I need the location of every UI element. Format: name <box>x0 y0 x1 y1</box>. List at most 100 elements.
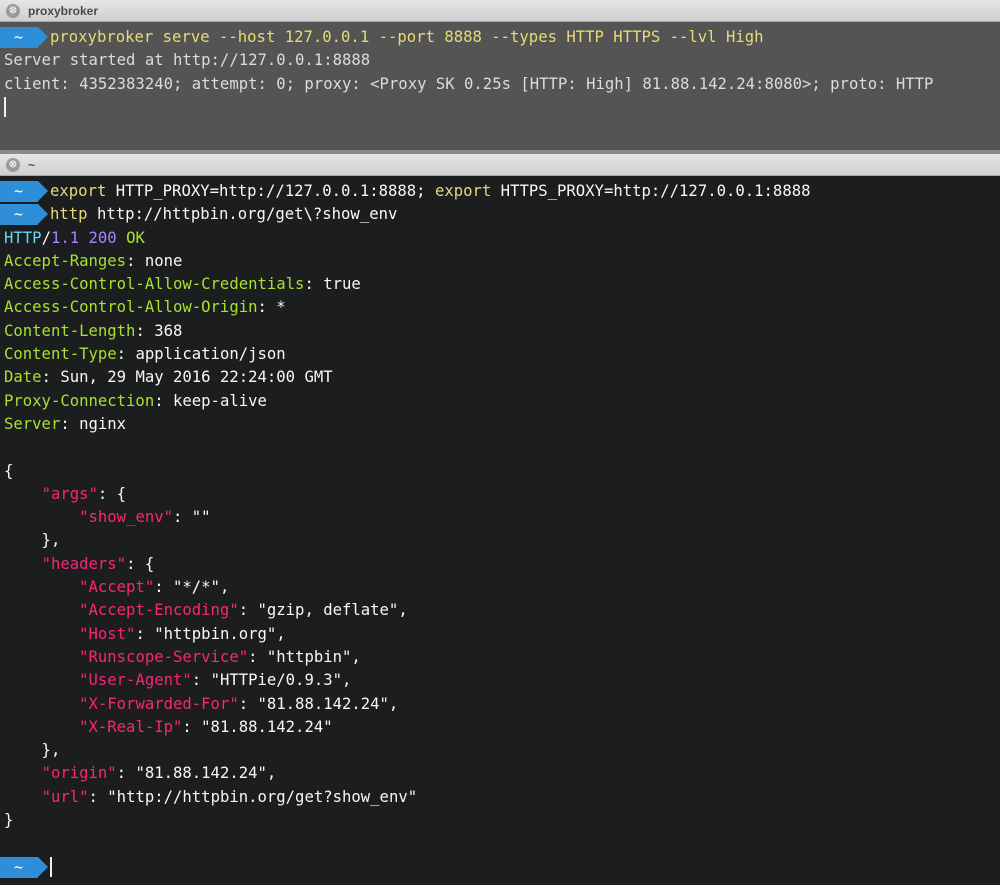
bottom-pane-title-bar: ⊗ ~ <box>0 154 1000 176</box>
response-header: Content-Type: application/json <box>4 345 286 364</box>
json-brace: }, <box>4 741 61 760</box>
status-proto: HTTP <box>4 228 42 247</box>
header-key: Date <box>4 368 42 387</box>
response-header: Access-Control-Allow-Credentials: true <box>4 275 361 294</box>
json-brace: { <box>4 461 14 480</box>
response-headers: Accept-Ranges: none Access-Control-Allow… <box>0 250 1000 436</box>
header-value: Sun, 29 May 2016 22:24:00 GMT <box>60 368 333 387</box>
json-key: "url" <box>41 787 89 806</box>
prompt-badge: ~ <box>0 27 48 49</box>
prompt-line: ~ export HTTP_PROXY=http://127.0.0.1:8888… <box>0 180 1000 203</box>
json-value: "httpbin", <box>266 647 361 666</box>
response-header: Date: Sun, 29 May 2016 22:24:00 GMT <box>4 368 333 387</box>
status-version: 1.1 <box>50 228 80 247</box>
json-value: "81.88.142.24", <box>135 764 277 783</box>
json-body: { "args": { "show_env": "" }, "headers":… <box>0 460 1000 833</box>
json-key: "show_env" <box>79 508 173 527</box>
header-value: * <box>276 298 286 317</box>
prompt-line: ~ http http://httpbin.org/get\?show_env <box>0 203 1000 226</box>
json-line: "X-Real-Ip": "81.88.142.24" <box>79 717 333 736</box>
header-key: Content-Length <box>4 321 136 340</box>
header-value: nginx <box>79 414 127 433</box>
http-status-line: HTTP/1.1 200 OK <box>0 227 1000 250</box>
json-line: "args": { <box>41 484 127 503</box>
prompt-badge: ~ <box>0 856 48 878</box>
json-value: "" <box>191 508 211 527</box>
client-log-line: client: 4352383240; attempt: 0; proxy: <… <box>4 74 934 93</box>
header-value: 368 <box>154 321 183 340</box>
json-brace: }, <box>4 531 61 550</box>
response-header: Content-Length: 368 <box>4 321 183 340</box>
prompt-line: ~ proxybroker serve --host 127.0.0.1 --po… <box>0 26 1000 49</box>
server-started-line: Server started at http://127.0.0.1:8888 <box>4 51 371 70</box>
header-key: Proxy-Connection <box>4 391 155 410</box>
header-key: Access-Control-Allow-Credentials <box>4 275 305 294</box>
close-icon[interactable]: ⊗ <box>6 157 20 172</box>
header-key: Access-Control-Allow-Origin <box>4 298 258 317</box>
json-line: "show_env": "" <box>79 508 211 527</box>
command-name: proxybroker <box>50 28 154 46</box>
top-pane-title-bar: ⊗ proxybroker <box>0 0 1000 22</box>
json-key: "origin" <box>41 764 117 783</box>
json-line: "X-Forwarded-For": "81.88.142.24", <box>79 694 399 713</box>
header-key: Accept-Ranges <box>4 251 127 270</box>
prompt-badge: ~ <box>0 181 48 203</box>
json-key: "args" <box>41 484 98 503</box>
json-brace: } <box>4 811 14 830</box>
response-header: Accept-Ranges: none <box>4 251 183 270</box>
response-header: Proxy-Connection: keep-alive <box>4 391 267 410</box>
status-slash: / <box>41 228 51 247</box>
prompt-badge: ~ <box>0 204 48 226</box>
json-key: "Accept-Encoding" <box>79 601 239 620</box>
json-value: "81.88.142.24" <box>201 717 333 736</box>
status-text: OK <box>126 228 145 247</box>
json-key: "headers" <box>41 554 127 573</box>
header-key: Server <box>4 414 61 433</box>
json-line: "origin": "81.88.142.24", <box>41 764 277 783</box>
command-arg: http://httpbin.org/get\?show_env <box>87 205 398 224</box>
text-cursor <box>4 97 6 118</box>
header-value: application/json <box>135 345 286 364</box>
json-line: "Host": "httpbin.org", <box>79 624 286 643</box>
header-value: keep-alive <box>173 391 267 410</box>
close-icon[interactable]: ⊗ <box>6 3 20 18</box>
json-value: "81.88.142.24", <box>257 694 399 713</box>
command-keyword: export <box>50 182 107 200</box>
command-arg: HTTP_PROXY=http://127.0.0.1:8888; <box>106 182 435 200</box>
text-cursor <box>50 857 52 878</box>
command-name: http <box>50 205 88 224</box>
json-line: "User-Agent": "HTTPie/0.9.3", <box>79 671 352 690</box>
json-value: "http://httpbin.org/get?show_env" <box>107 787 418 806</box>
response-header: Server: nginx <box>4 414 127 433</box>
json-key: "Host" <box>79 624 136 643</box>
header-key: Content-Type <box>4 345 117 364</box>
json-line: "Runscope-Service": "httpbin", <box>79 647 361 666</box>
json-value: "gzip, deflate", <box>257 601 408 620</box>
json-key: "Runscope-Service" <box>79 647 249 666</box>
status-code: 200 <box>88 228 117 247</box>
command-arg: HTTPS_PROXY=http://127.0.0.1:8888 <box>491 182 811 200</box>
json-key: "X-Forwarded-For" <box>79 694 239 713</box>
active-prompt-line[interactable]: ~ <box>0 856 1000 879</box>
command-args: serve --host 127.0.0.1 --port 8888 --typ… <box>153 28 764 46</box>
command-keyword: export <box>434 182 492 200</box>
json-line: "url": "http://httpbin.org/get?show_env" <box>41 787 418 806</box>
header-value: none <box>144 251 183 270</box>
top-terminal-pane[interactable]: ~ proxybroker serve --host 127.0.0.1 --po… <box>0 22 1000 150</box>
json-key: "X-Real-Ip" <box>79 717 183 736</box>
json-line: "headers": { <box>41 554 155 573</box>
json-value: "*/*", <box>173 578 230 597</box>
json-line: "Accept-Encoding": "gzip, deflate", <box>79 601 408 620</box>
json-line: "Accept": "*/*", <box>79 578 230 597</box>
json-value: "HTTPie/0.9.3", <box>210 671 352 690</box>
bottom-terminal-pane[interactable]: ~ export HTTP_PROXY=http://127.0.0.1:8888… <box>0 176 1000 885</box>
bottom-pane-title: ~ <box>28 157 36 172</box>
json-value: "httpbin.org", <box>154 624 286 643</box>
json-key: "User-Agent" <box>79 671 192 690</box>
top-pane-title: proxybroker <box>28 3 99 18</box>
json-key: "Accept" <box>79 578 155 597</box>
response-header: Access-Control-Allow-Origin: * <box>4 298 286 317</box>
header-value: true <box>323 275 361 294</box>
